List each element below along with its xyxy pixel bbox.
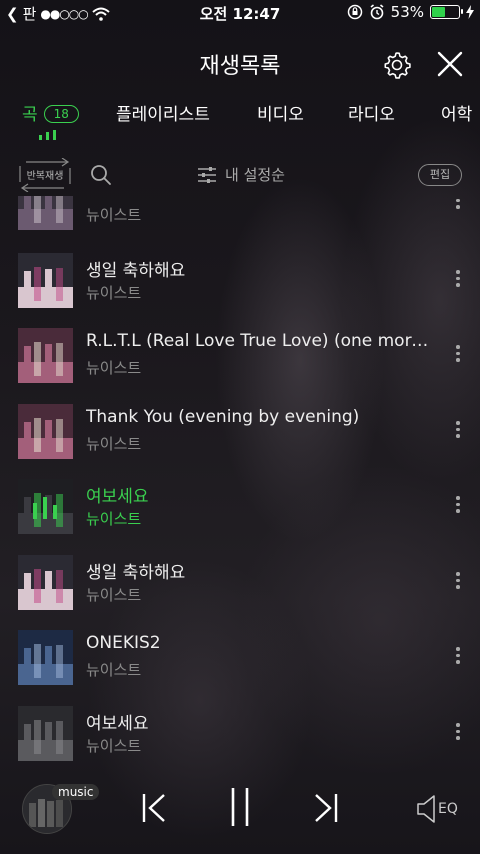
album-art [18, 630, 73, 685]
tab-video[interactable]: 비디오 [257, 100, 304, 125]
song-title: 여보세요 [86, 487, 149, 507]
toolbar: 반복재생 내 설정순 편집 [0, 157, 480, 194]
song-row[interactable]: R.L.T.L (Real Love True Love) (one morn.… [0, 317, 480, 393]
music-badge: music [52, 784, 100, 800]
sort-label: 내 설정순 [225, 166, 285, 184]
song-title: 생일 축하해요 [86, 563, 186, 583]
pause-icon[interactable] [228, 786, 252, 828]
song-artist: 뉴이스트 [86, 586, 142, 604]
status-bar: ❮ 판 ●●○○○ 오전 12:47 53% [0, 0, 480, 26]
album-art [18, 404, 73, 459]
song-row[interactable]: ONEKIS2 뉴이스트 [0, 619, 480, 695]
speaker-icon [417, 795, 435, 823]
battery-icon [430, 5, 463, 19]
equalizer-indicator-icon [39, 130, 56, 140]
tab-radio[interactable]: 라디오 [348, 100, 395, 125]
more-options-icon[interactable] [454, 723, 462, 743]
more-options-icon[interactable] [454, 421, 462, 441]
sort-button[interactable]: 내 설정순 [197, 164, 285, 185]
song-list[interactable]: 뉴이스트 생일 축하해요 뉴이스트 R.L.T.L (Real Love True L… [0, 196, 480, 762]
battery-percent: 53% [390, 3, 424, 21]
more-options-icon[interactable] [454, 647, 462, 667]
header: 재생목록 [0, 40, 480, 88]
song-row[interactable]: 여보세요뉴이스트 [0, 468, 480, 544]
song-title: Thank You (evening by evening) [86, 407, 360, 427]
rotation-lock-icon [347, 4, 362, 20]
eq-button[interactable]: EQ [416, 794, 458, 824]
edit-button[interactable]: 편집 [418, 164, 462, 186]
song-title: ONEKIS2 [86, 633, 161, 653]
sliders-icon [198, 166, 216, 183]
previous-icon[interactable] [140, 792, 168, 824]
more-options-icon[interactable] [454, 496, 462, 516]
tab-language[interactable]: 어학 [441, 100, 472, 125]
alarm-icon [370, 4, 384, 20]
song-artist: 뉴이스트 [86, 206, 142, 224]
album-art [18, 253, 73, 308]
album-art [18, 328, 73, 383]
album-art [18, 479, 73, 534]
song-title: 생일 축하해요 [86, 261, 186, 281]
charging-icon [466, 5, 474, 19]
song-artist: 뉴이스트 [86, 510, 142, 528]
song-title: 여보세요 [86, 714, 149, 734]
tab-songs[interactable]: 곡 18 [22, 100, 79, 125]
song-row[interactable]: Thank You (evening by evening) 뉴이스트 [0, 393, 480, 469]
song-artist: 뉴이스트 [86, 737, 142, 755]
next-icon[interactable] [312, 792, 340, 824]
song-row[interactable]: 생일 축하해요뉴이스트 [0, 242, 480, 318]
repeat-button[interactable]: 반복재생 [18, 157, 72, 193]
mini-player: music EQ [0, 770, 480, 854]
more-options-icon[interactable] [454, 345, 462, 365]
eq-label: EQ [438, 801, 458, 817]
song-row[interactable]: 뉴이스트 [0, 196, 480, 240]
more-options-icon[interactable] [454, 572, 462, 592]
album-art [18, 706, 73, 761]
song-artist: 뉴이스트 [86, 284, 142, 302]
song-row[interactable]: 생일 축하해요뉴이스트 [0, 544, 480, 620]
song-artist: 뉴이스트 [86, 435, 142, 453]
song-count-badge: 18 [43, 105, 79, 123]
more-options-icon[interactable] [454, 196, 462, 212]
gear-icon[interactable] [382, 50, 412, 80]
song-artist: 뉴이스트 [86, 661, 142, 679]
song-title: R.L.T.L (Real Love True Love) (one morn.… [86, 331, 431, 351]
song-artist: 뉴이스트 [86, 359, 142, 377]
repeat-label: 반복재생 [26, 171, 64, 182]
album-art [18, 196, 73, 230]
song-row[interactable]: 여보세요뉴이스트 [0, 695, 480, 762]
tab-label: 곡 [22, 105, 38, 125]
tab-bar: 곡 18 플레이리스트 비디오 라디오 어학 [0, 96, 480, 140]
more-options-icon[interactable] [454, 270, 462, 290]
close-icon[interactable] [436, 50, 464, 78]
album-art [18, 555, 73, 610]
tab-playlist[interactable]: 플레이리스트 [116, 100, 210, 125]
search-icon[interactable] [90, 164, 112, 186]
